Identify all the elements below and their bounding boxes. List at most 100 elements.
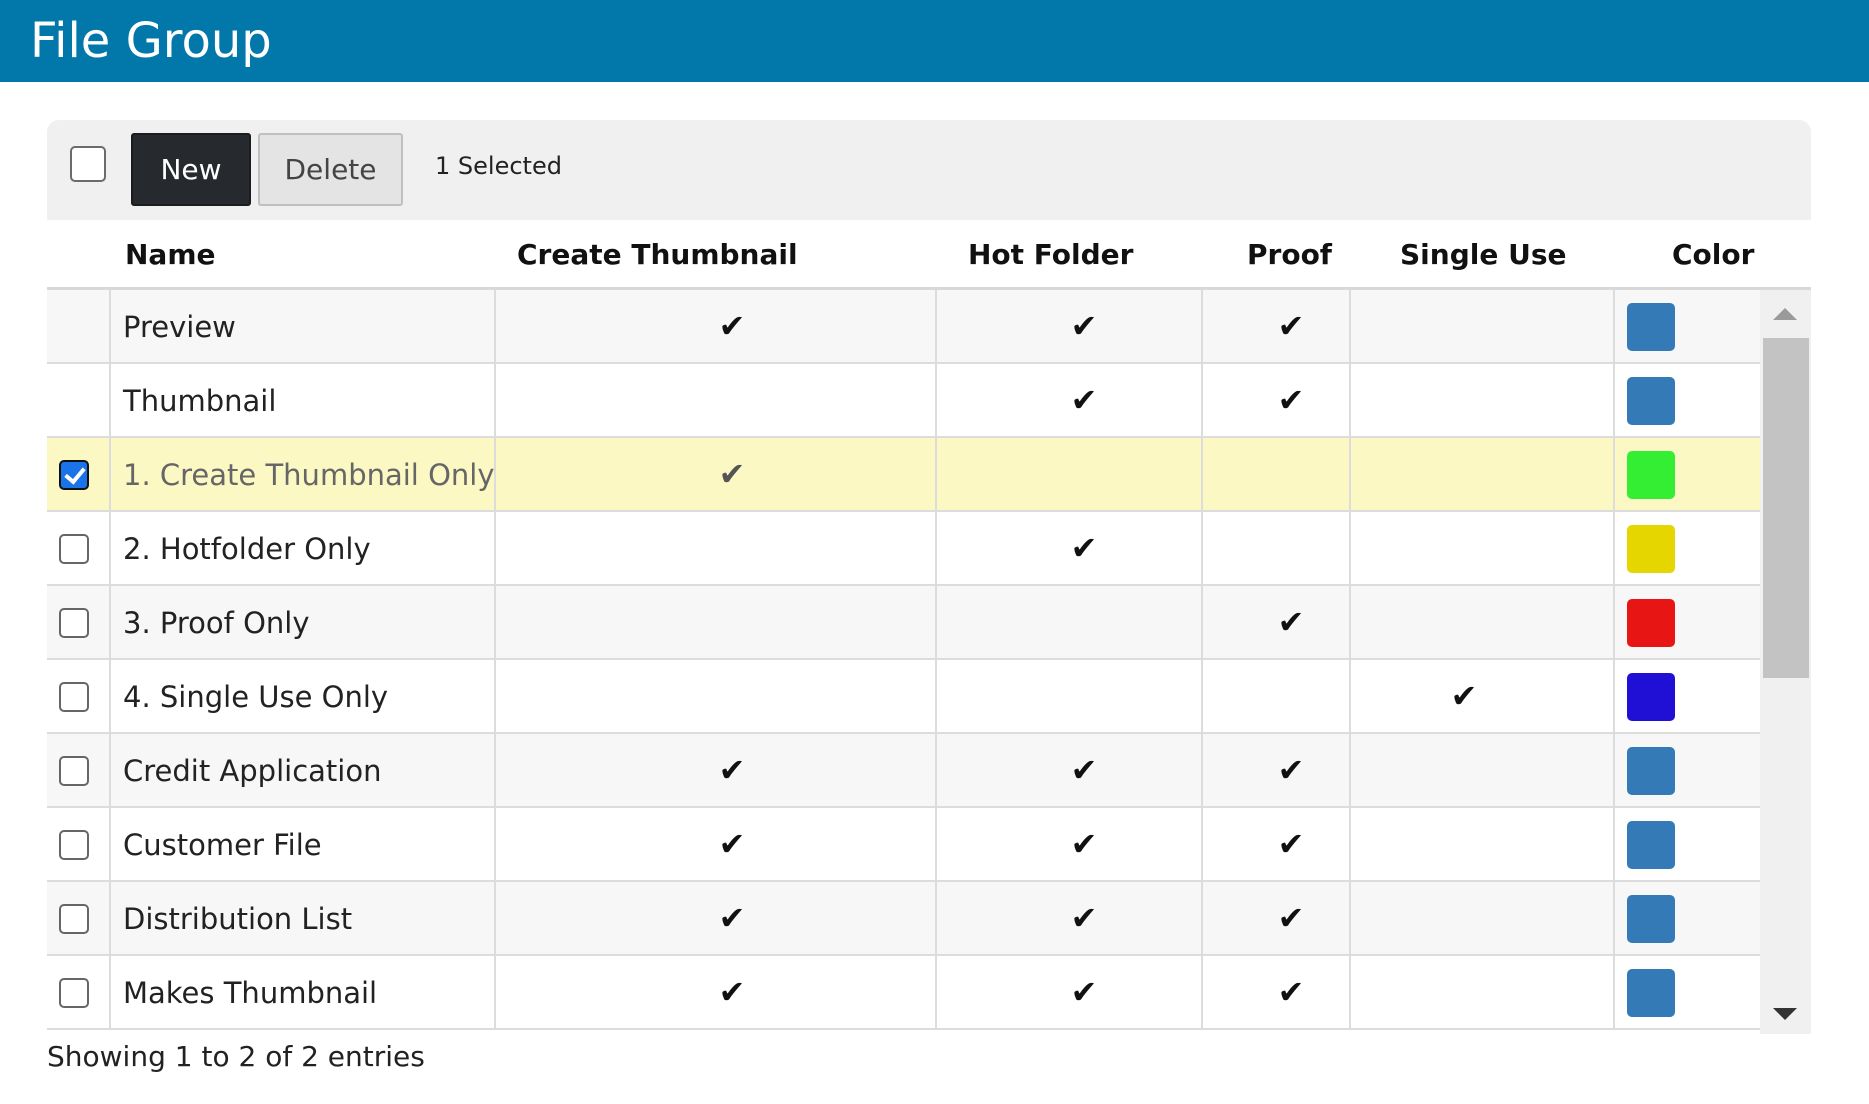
column-divider xyxy=(1349,734,1351,806)
row-name: Preview xyxy=(123,310,236,344)
column-divider xyxy=(1201,660,1203,732)
row-name: Thumbnail xyxy=(123,384,277,418)
check-mark-icon: ✔ xyxy=(718,455,746,493)
column-divider xyxy=(1613,364,1615,436)
column-divider xyxy=(1613,734,1615,806)
column-divider xyxy=(494,586,496,658)
column-divider xyxy=(1613,882,1615,954)
scrollbar-thumb[interactable] xyxy=(1763,338,1809,678)
color-swatch[interactable] xyxy=(1627,303,1675,351)
row-name: 4. Single Use Only xyxy=(123,680,389,714)
column-divider xyxy=(935,808,937,880)
row-name: 2. Hotfolder Only xyxy=(123,532,371,566)
column-divider xyxy=(1201,290,1203,362)
column-divider xyxy=(494,734,496,806)
table-row[interactable]: Preview ✔ ✔ ✔ xyxy=(47,290,1760,364)
column-divider xyxy=(494,364,496,436)
table-row[interactable]: 3. Proof Only ✔ xyxy=(47,586,1760,660)
check-mark-icon: ✔ xyxy=(1070,529,1098,567)
column-header-create-thumbnail[interactable]: Create Thumbnail xyxy=(517,220,798,290)
column-header-name[interactable]: Name xyxy=(125,220,216,290)
column-divider xyxy=(109,808,111,880)
row-checkbox[interactable] xyxy=(59,682,89,712)
check-mark-icon: ✔ xyxy=(1070,899,1098,937)
row-checkbox[interactable] xyxy=(59,608,89,638)
check-mark-icon: ✔ xyxy=(1277,381,1305,419)
column-divider xyxy=(1613,290,1615,362)
file-group-table: Name Create Thumbnail Hot Folder Proof S… xyxy=(47,220,1811,1038)
table-row[interactable]: Credit Application ✔ ✔ ✔ xyxy=(47,734,1760,808)
column-divider xyxy=(935,956,937,1028)
column-divider xyxy=(935,586,937,658)
table-row[interactable]: Thumbnail ✔ ✔ xyxy=(47,364,1760,438)
column-divider xyxy=(1201,734,1203,806)
color-swatch[interactable] xyxy=(1627,377,1675,425)
check-mark-icon: ✔ xyxy=(718,973,746,1011)
new-button[interactable]: New xyxy=(131,133,251,206)
table-row[interactable]: 1. Create Thumbnail Only ✔ xyxy=(47,438,1760,512)
color-swatch[interactable] xyxy=(1627,747,1675,795)
color-swatch[interactable] xyxy=(1627,525,1675,573)
color-swatch[interactable] xyxy=(1627,673,1675,721)
color-swatch[interactable] xyxy=(1627,895,1675,943)
check-mark-icon: ✔ xyxy=(1277,825,1305,863)
column-divider xyxy=(1201,882,1203,954)
row-checkbox[interactable] xyxy=(59,978,89,1008)
check-mark-icon: ✔ xyxy=(1070,381,1098,419)
row-name: 3. Proof Only xyxy=(123,606,310,640)
table-row[interactable]: 2. Hotfolder Only ✔ xyxy=(47,512,1760,586)
check-mark-icon: ✔ xyxy=(1070,307,1098,345)
column-divider xyxy=(1349,438,1351,510)
page-title: File Group xyxy=(30,13,272,69)
column-divider xyxy=(494,808,496,880)
column-header-hot-folder[interactable]: Hot Folder xyxy=(968,220,1133,290)
color-swatch[interactable] xyxy=(1627,451,1675,499)
column-divider xyxy=(935,438,937,510)
table-row[interactable]: Makes Thumbnail ✔ ✔ ✔ xyxy=(47,956,1760,1030)
entries-info: Showing 1 to 2 of 2 entries xyxy=(47,1040,425,1073)
page-header: File Group xyxy=(0,0,1869,82)
scroll-up-arrow-icon[interactable] xyxy=(1773,308,1797,320)
check-mark-icon: ✔ xyxy=(1277,899,1305,937)
column-header-color[interactable]: Color xyxy=(1672,220,1754,290)
column-divider xyxy=(1349,882,1351,954)
column-divider xyxy=(494,290,496,362)
column-divider xyxy=(1613,438,1615,510)
column-divider xyxy=(935,290,937,362)
column-divider xyxy=(1613,956,1615,1028)
row-checkbox[interactable] xyxy=(59,756,89,786)
column-divider xyxy=(109,586,111,658)
row-name: Makes Thumbnail xyxy=(123,976,378,1010)
check-mark-icon: ✔ xyxy=(1070,825,1098,863)
table-row[interactable]: Customer File ✔ ✔ ✔ xyxy=(47,808,1760,882)
check-mark-icon: ✔ xyxy=(1277,307,1305,345)
color-swatch[interactable] xyxy=(1627,969,1675,1017)
column-divider xyxy=(1201,512,1203,584)
column-divider xyxy=(109,660,111,732)
row-checkbox[interactable] xyxy=(59,904,89,934)
table-row[interactable]: 4. Single Use Only ✔ xyxy=(47,660,1760,734)
scroll-down-arrow-icon[interactable] xyxy=(1773,1008,1797,1020)
selected-count: 1 Selected xyxy=(435,152,562,180)
check-mark-icon: ✔ xyxy=(718,899,746,937)
row-name: Customer File xyxy=(123,828,322,862)
column-divider xyxy=(1201,956,1203,1028)
row-checkbox[interactable] xyxy=(59,534,89,564)
check-mark-icon: ✔ xyxy=(1070,973,1098,1011)
color-swatch[interactable] xyxy=(1627,599,1675,647)
column-divider xyxy=(1349,364,1351,436)
color-swatch[interactable] xyxy=(1627,821,1675,869)
column-divider xyxy=(494,512,496,584)
column-divider xyxy=(1349,290,1351,362)
row-checkbox[interactable] xyxy=(59,460,89,490)
column-divider xyxy=(1349,512,1351,584)
column-header-single-use[interactable]: Single Use xyxy=(1400,220,1566,290)
select-all-checkbox[interactable] xyxy=(70,146,106,182)
column-header-proof[interactable]: Proof xyxy=(1247,220,1332,290)
row-checkbox[interactable] xyxy=(59,830,89,860)
column-divider xyxy=(935,882,937,954)
vertical-scrollbar[interactable] xyxy=(1760,290,1811,1034)
column-divider xyxy=(109,438,111,510)
table-row[interactable]: Distribution List ✔ ✔ ✔ xyxy=(47,882,1760,956)
delete-button[interactable]: Delete xyxy=(258,133,403,206)
